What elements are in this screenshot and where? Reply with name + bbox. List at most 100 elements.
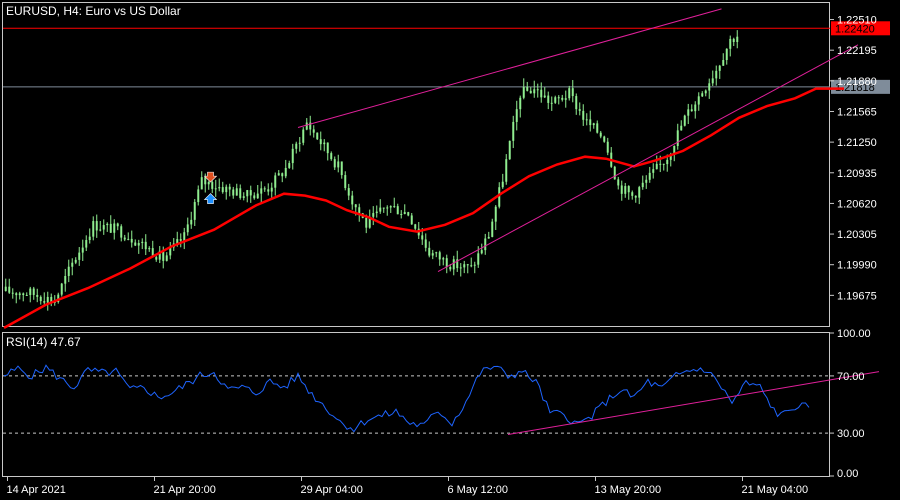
- price-tick-label: 1.21880: [837, 76, 877, 88]
- candle-body: [582, 110, 585, 120]
- candle-body: [155, 257, 158, 260]
- candle-body: [365, 217, 368, 228]
- candle-body: [78, 252, 81, 260]
- candle-body: [617, 179, 620, 186]
- candle-body: [508, 140, 511, 160]
- candle-body: [4, 286, 7, 291]
- candle-body: [18, 293, 21, 296]
- candle-body: [487, 236, 490, 239]
- candle-body: [340, 161, 343, 176]
- candle-body: [662, 163, 665, 165]
- candle-body: [32, 288, 35, 295]
- candle-body: [666, 159, 669, 165]
- candle-body: [599, 132, 602, 137]
- candle-body: [102, 225, 105, 230]
- time-tick-label: 6 May 12:00: [448, 484, 509, 496]
- candle-body: [708, 83, 711, 91]
- candle-body: [8, 286, 11, 293]
- price-tick-label: 1.19675: [837, 290, 877, 302]
- candle-body: [459, 267, 462, 269]
- candle-body: [109, 223, 112, 233]
- candle-body: [543, 95, 546, 98]
- candle-body: [284, 167, 287, 177]
- price-tick-label: 1.21565: [837, 106, 877, 118]
- rsi-tick-label: 100.00: [837, 328, 871, 340]
- candle-body: [382, 207, 385, 209]
- candle-body: [221, 187, 224, 193]
- candle-body: [354, 204, 357, 208]
- candle-body: [218, 187, 221, 189]
- candle-body: [393, 206, 396, 208]
- candle-body: [645, 179, 648, 183]
- candle-body: [190, 219, 193, 225]
- candle-body: [270, 187, 273, 192]
- candle-body: [480, 250, 483, 254]
- candle-body: [627, 186, 630, 193]
- candle-body: [557, 97, 560, 99]
- candle-body: [183, 232, 186, 241]
- candle-body: [652, 169, 655, 173]
- candle-body: [277, 173, 280, 176]
- price-tick-label: 1.22195: [837, 45, 877, 57]
- candle-body: [256, 193, 259, 199]
- candle-body: [396, 206, 399, 215]
- candle-body: [589, 119, 592, 126]
- candle-body: [494, 206, 497, 222]
- candle-body: [564, 98, 567, 100]
- candle-body: [641, 182, 644, 188]
- candle-body: [732, 38, 735, 43]
- rsi-tick-label: 0.00: [837, 468, 858, 480]
- candle-body: [295, 143, 298, 149]
- candle-body: [344, 175, 347, 189]
- candle-body: [43, 301, 46, 303]
- candle-body: [484, 238, 487, 251]
- candle-body: [701, 93, 704, 97]
- candle-body: [648, 172, 651, 180]
- candle-body: [421, 235, 424, 240]
- candle-body: [536, 89, 539, 91]
- candle-body: [379, 207, 382, 212]
- candle-body: [197, 189, 200, 203]
- candle-body: [249, 190, 252, 196]
- candle-body: [428, 247, 431, 256]
- candle-body: [200, 177, 203, 190]
- time-tick-label: 21 Apr 20:00: [154, 484, 216, 496]
- candle-body: [29, 288, 32, 295]
- chart-background: [0, 0, 900, 500]
- candle-body: [606, 141, 609, 153]
- candle-body: [204, 177, 207, 185]
- candle-body: [659, 163, 662, 165]
- candle-body: [11, 292, 14, 294]
- candle-body: [141, 241, 144, 244]
- candle-body: [711, 78, 714, 84]
- candle-body: [512, 121, 515, 141]
- candle-body: [466, 264, 469, 266]
- candle-body: [725, 48, 728, 61]
- candle-body: [246, 190, 249, 197]
- rsi-title: RSI(14) 47.67: [6, 335, 81, 349]
- candle-body: [540, 89, 543, 98]
- candle-body: [120, 226, 123, 238]
- candle-body: [225, 186, 228, 193]
- candle-body: [449, 267, 452, 270]
- eurusd-chart[interactable]: 1.224201.21818 1.225101.221951.218801.21…: [0, 0, 900, 500]
- candle-body: [134, 242, 137, 246]
- candle-body: [533, 89, 536, 94]
- candle-body: [274, 175, 277, 188]
- candle-body: [312, 129, 315, 133]
- candle-body: [561, 97, 564, 100]
- candle-body: [291, 148, 294, 164]
- candle-body: [242, 196, 245, 198]
- candle-body: [74, 259, 77, 263]
- candle-body: [687, 109, 690, 116]
- candle-body: [400, 213, 403, 215]
- candle-body: [211, 182, 214, 189]
- candle-body: [232, 189, 235, 196]
- candle-body: [578, 109, 581, 111]
- candle-body: [239, 188, 242, 198]
- candle-body: [435, 252, 438, 254]
- candle-body: [603, 136, 606, 142]
- candle-body: [568, 88, 571, 99]
- candle-body: [470, 265, 473, 267]
- price-tick-label: 1.19990: [837, 260, 877, 272]
